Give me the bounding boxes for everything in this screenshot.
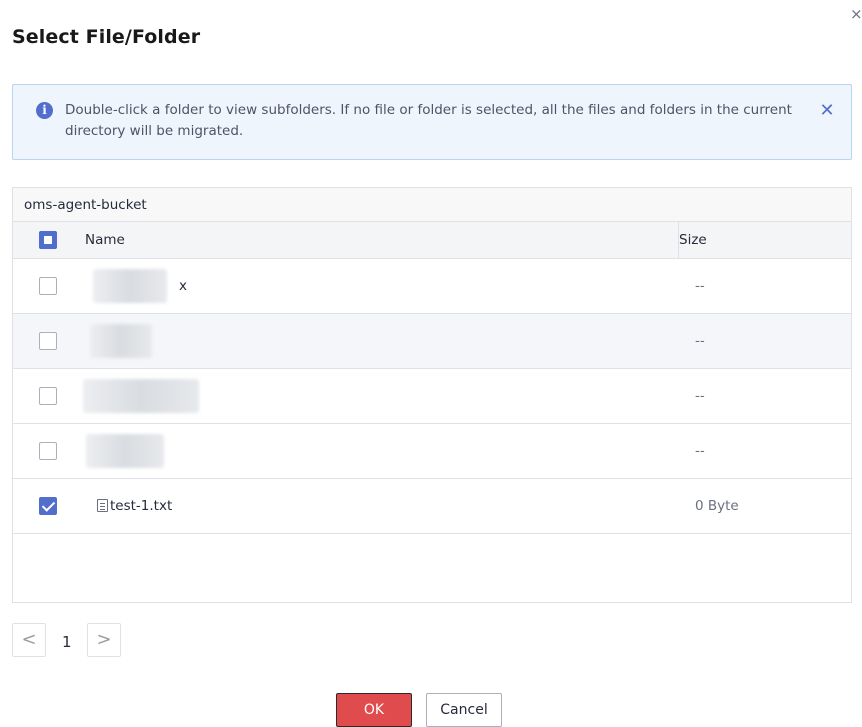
table-row[interactable]: x -- [13,259,851,314]
row-name[interactable]: test-1.txt [110,479,172,533]
file-icon [97,499,108,512]
row-name[interactable]: x [179,259,187,313]
table-row[interactable]: -- [13,369,851,424]
redacted-name [93,269,167,303]
row-size: -- [695,333,705,349]
dialog-close-button[interactable]: × [850,6,862,22]
redacted-name [90,324,152,358]
row-checkbox[interactable] [39,387,57,405]
row-checkbox[interactable] [39,332,57,350]
dialog-title: Select File/Folder [12,26,201,48]
column-header-name[interactable]: Name [85,222,125,259]
bucket-label: oms-agent-bucket [13,188,851,222]
row-checkbox[interactable] [39,442,57,460]
current-page: 1 [62,633,72,651]
row-checkbox[interactable] [39,277,57,295]
info-close-icon[interactable]: ✕ [817,101,837,121]
row-size: -- [695,443,705,459]
table-row[interactable]: test-1.txt 0 Byte [13,479,851,534]
ok-button[interactable]: OK [336,693,412,727]
table-row[interactable]: -- [13,314,851,369]
info-text: Double-click a folder to view subfolders… [65,102,792,139]
table-header: Name Size [13,222,851,259]
info-banner: i Double-click a folder to view subfolde… [12,84,852,160]
row-checkbox[interactable] [39,497,57,515]
file-table: oms-agent-bucket Name Size x -- -- -- --… [12,187,852,603]
next-page-button[interactable]: > [87,623,121,657]
redacted-name [86,434,164,468]
column-divider [678,222,679,259]
redacted-name [83,379,199,413]
row-size: 0 Byte [695,498,739,514]
row-size: -- [695,278,705,294]
select-all-checkbox[interactable] [39,231,57,249]
row-size: -- [695,388,705,404]
cancel-button[interactable]: Cancel [426,693,502,727]
column-header-size[interactable]: Size [679,222,707,259]
info-icon: i [36,102,53,119]
table-row[interactable]: -- [13,424,851,479]
prev-page-button[interactable]: < [12,623,46,657]
